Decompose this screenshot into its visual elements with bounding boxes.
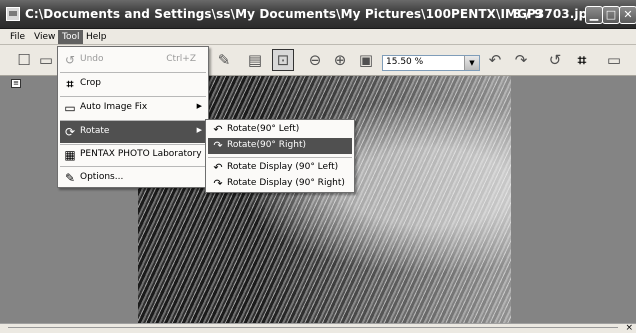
close-icon[interactable]: ✕ [619,6,636,24]
menu-item-undo[interactable]: ↺ Undo Ctrl+Z [60,49,206,71]
submenu-arrow-icon: ▶ [196,126,202,134]
menu-view[interactable]: View [30,30,59,44]
photo-lab-icon: ▦ [64,148,76,162]
rotate-right-icon[interactable]: ↷ [511,50,531,70]
rotate-icon: ⟳ [64,125,76,139]
menu-help[interactable]: Help [82,30,111,44]
chevron-down-icon[interactable]: ▼ [464,56,479,70]
submenu-item-rotate-left[interactable]: ↶ Rotate(90° Left) [208,122,352,138]
actual-size-icon[interactable]: ▣ [356,50,376,70]
slideshow-icon[interactable]: ▤ [245,50,265,70]
menu-item-rotate[interactable]: ⟳ Rotate ▶ [60,121,206,143]
auto-fix-icon: ▭ [64,101,76,115]
undo-icon: ↺ [64,53,76,67]
title-bar: C:\Documents and Settings\ss\My Document… [0,0,636,29]
close-icon[interactable]: × [625,323,633,333]
zoom-in-icon[interactable]: ⊕ [330,50,350,70]
menu-bar: File View Tool Help [0,29,636,45]
export-icon[interactable]: ▭ [604,50,624,70]
menu-item-auto-image-fix[interactable]: ▭ Auto Image Fix ▶ [60,97,206,119]
shortcut-label: Ctrl+Z [166,54,196,64]
rotate-submenu: ↶ Rotate(90° Left) ↷ Rotate(90° Right) ↶… [205,119,355,193]
menu-tool[interactable]: Tool [58,30,84,44]
menu-file[interactable]: File [6,30,29,44]
zoom-value: 15.50 % [386,57,424,67]
folder-icon[interactable]: ▭ [36,50,56,70]
undo-icon[interactable]: ↺ [545,50,565,70]
rotate-display-left-icon: ↶ [213,161,223,174]
rotate-right-icon: ↷ [213,139,223,152]
rotate-display-right-icon: ↷ [213,177,223,190]
panel-toggle-icon[interactable]: ≡ [11,79,21,88]
menu-item-crop[interactable]: ⌗ Crop [60,73,206,95]
paperclip-icon[interactable]: ✎ [214,50,234,70]
crop-icon: ⌗ [66,77,74,91]
submenu-item-rotate-right[interactable]: ↷ Rotate(90° Right) [208,138,352,154]
minimize-icon[interactable]: ▁ [585,6,603,24]
rotate-left-icon: ↶ [213,123,223,136]
horizontal-scrollbar[interactable]: × [0,323,636,333]
menu-item-photo-laboratory[interactable]: ▦ PENTAX PHOTO Laboratory [60,144,206,166]
submenu-item-rotate-display-left[interactable]: ↶ Rotate Display (90° Left) [208,160,352,176]
zoom-select[interactable]: 15.50 % ▼ [382,55,480,71]
submenu-arrow-icon: ▶ [196,102,202,110]
window-title: C:\Documents and Settings\ss\My Document… [25,7,596,21]
tool-menu: ↺ Undo Ctrl+Z ⌗ Crop ▭ Auto Image Fix ▶ … [57,46,209,188]
fit-window-icon[interactable]: ⊡ [272,49,294,71]
app-icon[interactable] [6,7,20,21]
crop-icon[interactable]: ⌗ [572,50,592,70]
menu-item-options[interactable]: ✎ Options... [60,167,206,187]
zoom-out-icon[interactable]: ⊖ [305,50,325,70]
open-icon[interactable]: ☐ [14,50,34,70]
rotate-left-icon[interactable]: ↶ [485,50,505,70]
menu-separator [208,157,352,158]
maximize-icon[interactable]: □ [602,6,620,24]
submenu-item-rotate-display-right[interactable]: ↷ Rotate Display (90° Right) [208,176,352,192]
options-icon: ✎ [64,171,76,185]
image-counter: 8 / 9 [513,7,543,21]
